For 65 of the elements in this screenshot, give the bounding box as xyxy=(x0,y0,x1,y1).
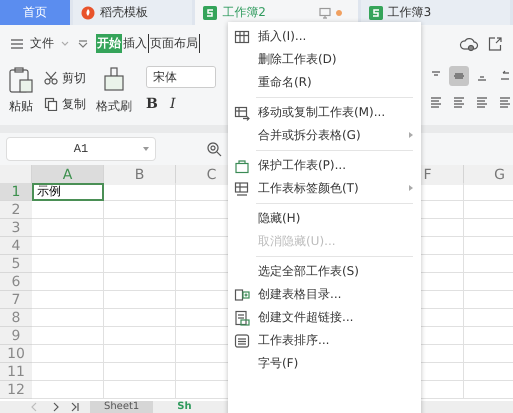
table-cell xyxy=(32,255,104,273)
sheet-tab[interactable]: Sheet1 xyxy=(90,401,154,413)
menu-item[interactable]: 工作表排序... xyxy=(228,329,421,352)
menu-item[interactable]: 移动或复制工作表(M)... xyxy=(228,101,421,124)
menu-item[interactable]: 字号(F) xyxy=(228,352,421,375)
italic-button[interactable]: I xyxy=(170,96,190,112)
table-cell xyxy=(32,273,104,291)
document-tab[interactable]: 工作簿3 xyxy=(360,0,510,25)
cut-button[interactable]: 剪切 xyxy=(62,70,86,86)
copy-button[interactable]: 复制 xyxy=(62,96,86,112)
document-link-icon xyxy=(234,310,250,326)
list-icon xyxy=(234,332,250,348)
table-cell xyxy=(32,201,104,219)
menu-item[interactable]: 合并或拆分表格(G) xyxy=(228,124,421,147)
spreadsheet-icon xyxy=(368,6,383,20)
scissors-icon[interactable] xyxy=(44,71,58,85)
table-cell xyxy=(32,363,104,381)
align-center-icon[interactable] xyxy=(453,96,465,108)
ribbon-tab[interactable]: 插入 xyxy=(122,34,149,53)
flame-icon xyxy=(80,6,95,20)
paste-button[interactable]: 粘贴 xyxy=(9,98,33,115)
lock-table-icon xyxy=(234,158,250,174)
share-icon[interactable] xyxy=(487,36,503,52)
zoom-icon[interactable] xyxy=(206,141,222,157)
font-field[interactable]: 宋体 xyxy=(146,66,216,88)
table-cell xyxy=(32,381,104,399)
indent-icon[interactable] xyxy=(499,70,511,82)
table-cell xyxy=(32,327,104,345)
justify-icon[interactable] xyxy=(499,96,511,108)
table-icon xyxy=(234,28,250,44)
menu-item[interactable]: 创建表格目录... xyxy=(228,283,421,306)
table-list-icon xyxy=(234,286,250,302)
document-tab[interactable]: 稻壳模板 xyxy=(72,0,192,25)
menu-item[interactable]: 创建文件超链接... xyxy=(228,306,421,329)
menu-item[interactable]: 隐藏(H) xyxy=(228,207,421,230)
last-icon[interactable] xyxy=(70,402,80,412)
table-cell: 示例 xyxy=(32,183,104,201)
align-right-icon[interactable] xyxy=(476,96,488,108)
menu-icon[interactable] xyxy=(10,38,24,50)
format-painter-button[interactable]: 格式刷 xyxy=(96,98,132,115)
name-box[interactable]: A1 xyxy=(6,137,156,161)
table-cell xyxy=(32,291,104,309)
align-middle-button[interactable] xyxy=(449,66,469,86)
menu-item[interactable]: 选定全部工作表(S) xyxy=(228,260,421,283)
table-cell xyxy=(32,309,104,327)
monitor-icon xyxy=(318,6,331,18)
column-header[interactable]: B xyxy=(104,165,176,185)
move-table-icon xyxy=(234,104,250,120)
table-cell xyxy=(32,219,104,237)
table-cell xyxy=(32,345,104,363)
spreadsheet-icon xyxy=(203,6,218,20)
table-cell xyxy=(32,237,104,255)
menu-item[interactable]: 插入(I)... xyxy=(228,25,421,48)
bold-button[interactable]: B xyxy=(146,96,166,112)
table-color-icon xyxy=(234,180,250,196)
paste-icon[interactable] xyxy=(8,66,34,94)
menu-item[interactable]: 删除工作表(D) xyxy=(228,48,421,71)
file-menu[interactable]: 文件 xyxy=(30,35,54,52)
align-left-icon[interactable] xyxy=(430,96,442,108)
menu-item[interactable]: 重命名(R) xyxy=(228,71,421,94)
copy-icon[interactable] xyxy=(44,97,58,111)
ribbon-tab[interactable]: 页面布局 xyxy=(149,34,200,53)
dropdown-icon[interactable] xyxy=(76,38,90,48)
cloud-icon[interactable] xyxy=(459,36,481,52)
column-header[interactable]: G xyxy=(464,165,513,185)
